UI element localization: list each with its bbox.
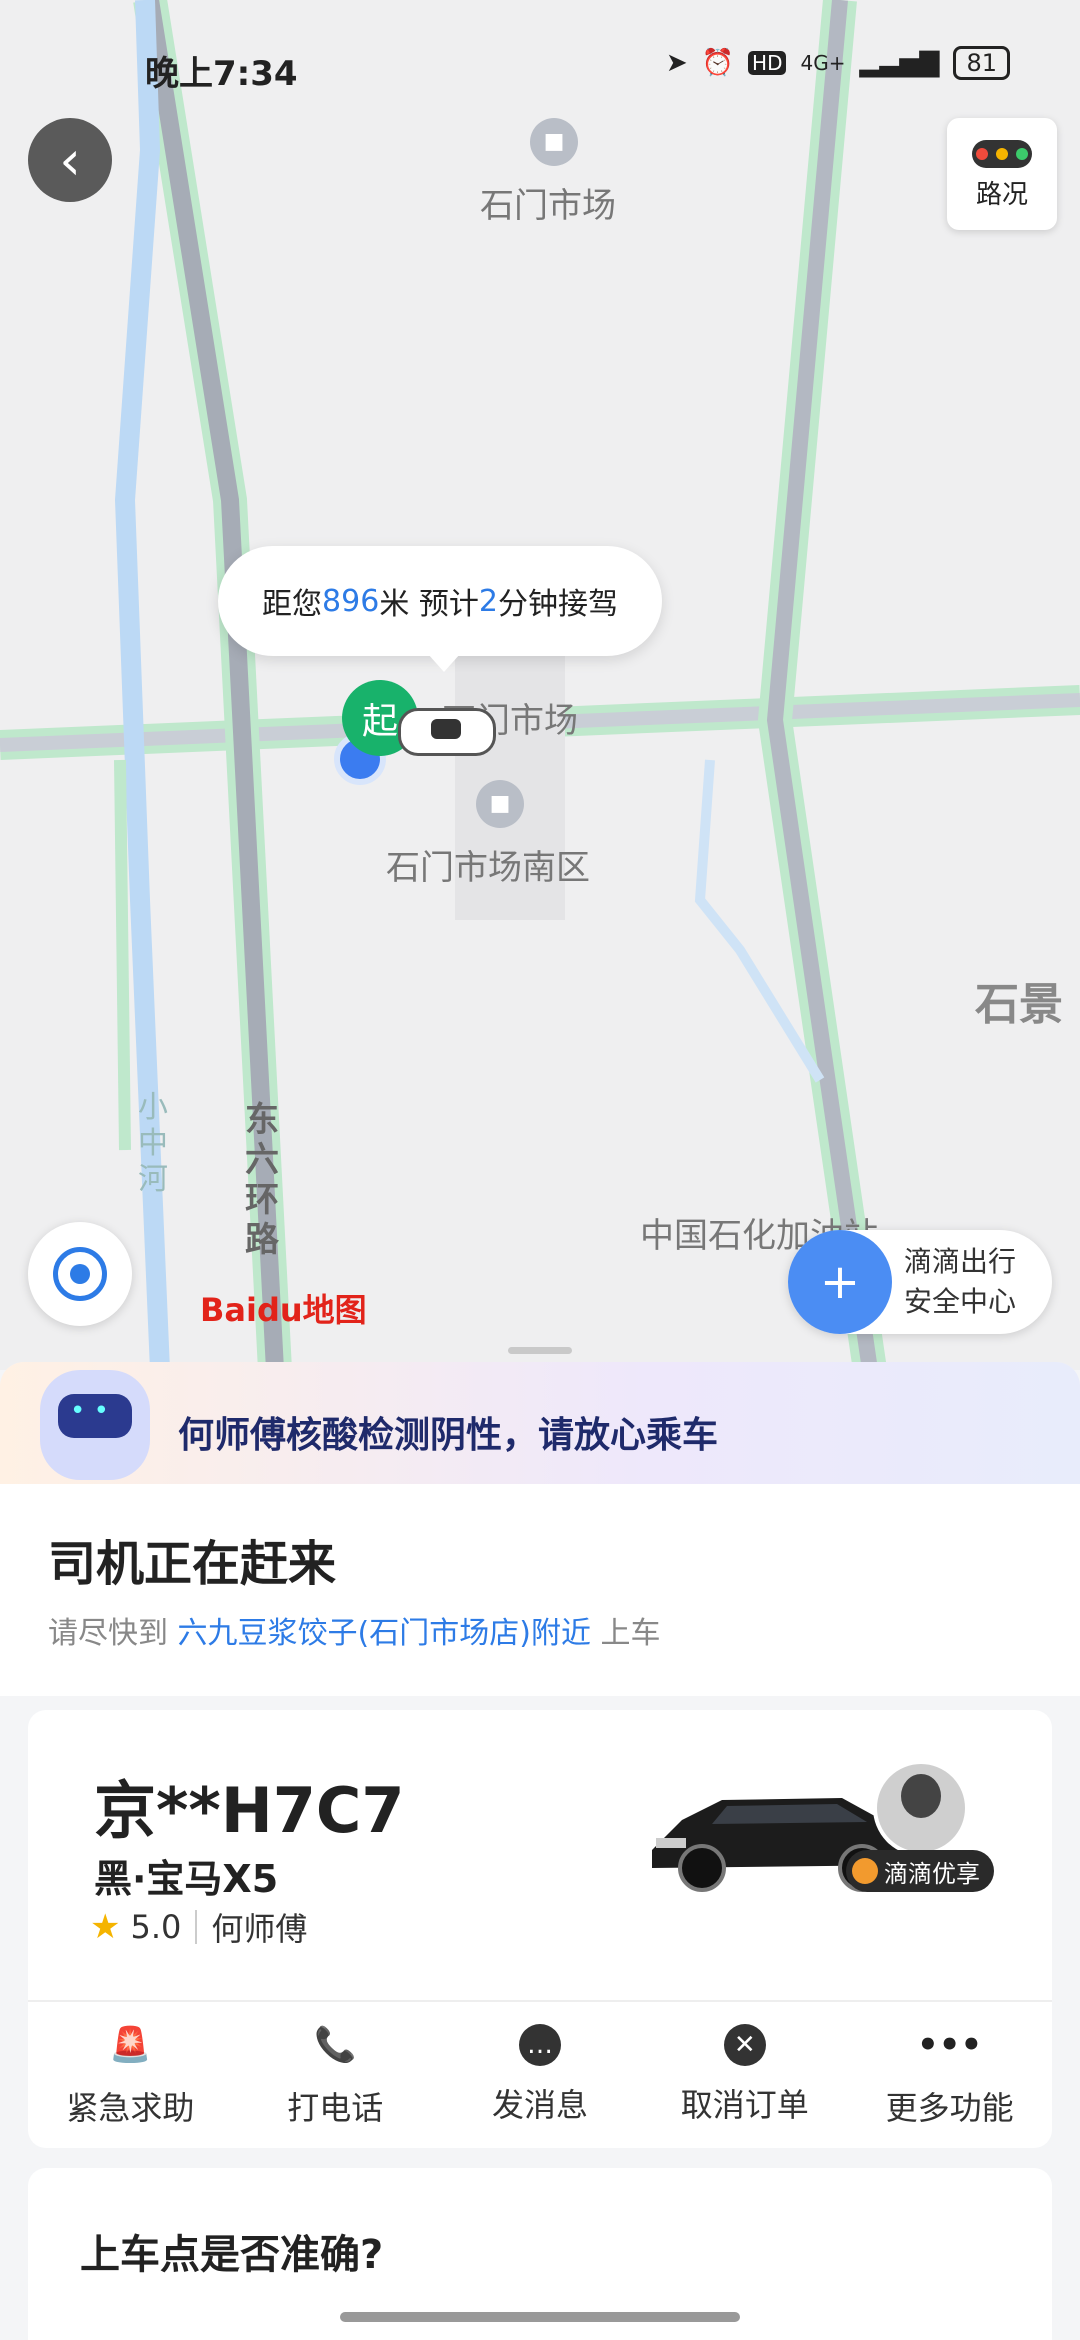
cancel-order-button[interactable]: ✕ 取消订单 <box>642 2002 847 2148</box>
baidu-map-logo: Baidu地图 <box>200 1291 367 1329</box>
phone-icon: 📞 <box>314 2025 357 2065</box>
action-label: 更多功能 <box>885 2089 1014 2127</box>
more-functions-button[interactable]: ••• 更多功能 <box>847 2002 1052 2148</box>
more-icon: ••• <box>916 2025 983 2065</box>
alarm-icon: 🚨 <box>109 2025 152 2065</box>
river-label: 小中河 <box>138 1090 168 1197</box>
action-bar: 🚨 紧急求助 📞 打电话 … 发消息 ✕ 取消订单 ••• 更多功能 <box>28 2002 1052 2148</box>
health-banner[interactable]: 何师傅核酸检测阴性，请放心乘车 <box>0 1362 1080 1484</box>
eta-prefix: 距您 <box>262 587 323 622</box>
trip-status-card: 司机正在赶来 请尽快到 六九豆浆饺子(石门市场店)附近 上车 <box>0 1484 1080 1696</box>
safety-line1: 滴滴出行 <box>904 1245 1017 1278</box>
status-bar: 晚上7:34 ➤ ⏰ HD 4G+ ▂▃▅▇ 81 <box>0 40 1080 94</box>
driver-avatar[interactable] <box>873 1760 969 1856</box>
rating-value: 5.0 <box>130 1908 182 1946</box>
map-view[interactable]: 晚上7:34 ➤ ⏰ HD 4G+ ▂▃▅▇ 81 ‹ 路况 ■ 石门市场 距您… <box>0 0 1080 1370</box>
locate-button[interactable] <box>28 1222 132 1326</box>
eta-unit: 米 预计 <box>379 587 479 622</box>
poi-market-south[interactable]: 石门市场南区 <box>386 840 590 889</box>
eta-bubble: 距您 896 米 预计 2 分钟接驾 <box>218 546 662 672</box>
premium-badge: 滴滴优享 <box>846 1850 994 1892</box>
chevron-left-icon: ‹ <box>59 128 81 192</box>
back-button[interactable]: ‹ <box>28 118 112 202</box>
road-label-east-six: 东六环路 <box>245 1100 279 1260</box>
trip-status-title: 司机正在赶来 <box>48 1536 337 1592</box>
market-pin-icon: ■ <box>530 118 578 166</box>
action-label: 发消息 <box>491 2086 588 2124</box>
badge-label: 滴滴优享 <box>884 1859 980 1888</box>
market-south-pin-icon: ■ <box>476 780 524 828</box>
car-model: 黑·宝马X5 <box>94 1857 279 1901</box>
traffic-light-icon <box>972 140 1032 168</box>
bottom-sheet: 何师傅核酸检测阴性，请放心乘车 司机正在赶来 请尽快到 六九豆浆饺子(石门市场店… <box>0 1362 1080 2340</box>
eta-distance: 896 <box>322 583 380 619</box>
status-time: 晚上7:34 <box>145 54 298 94</box>
hd-icon: HD <box>748 51 787 75</box>
action-label: 紧急求助 <box>66 2089 195 2127</box>
driver-name: 何师傅 <box>211 1910 308 1948</box>
message-button[interactable]: … 发消息 <box>438 2002 643 2148</box>
poi-shijing: 石景 <box>975 979 1063 1030</box>
network-label: 4G+ <box>800 51 846 75</box>
traffic-button[interactable]: 路况 <box>947 118 1057 230</box>
safety-line2: 安全中心 <box>904 1285 1017 1318</box>
emergency-button[interactable]: 🚨 紧急求助 <box>28 2002 233 2148</box>
crosshair-icon <box>53 1247 107 1301</box>
action-label: 打电话 <box>287 2089 384 2127</box>
call-button[interactable]: 📞 打电话 <box>233 2002 438 2148</box>
action-label: 取消订单 <box>680 2086 809 2124</box>
home-indicator[interactable] <box>340 2312 740 2322</box>
pickup-accuracy-question: 上车点是否准确? <box>80 2232 384 2278</box>
shield-icon: + <box>788 1230 892 1334</box>
signal-icon: ▂▃▅▇ <box>859 48 940 78</box>
banner-text: 何师傅核酸检测阴性，请放心乘车 <box>178 1415 719 1456</box>
poi-market-top[interactable]: 石门市场 <box>480 178 616 227</box>
alarm-clock-icon: ⏰ <box>701 48 735 78</box>
battery-icon: 81 <box>953 46 1010 80</box>
trip-status-subtitle: 请尽快到 六九豆浆饺子(石门市场店)附近 上车 <box>48 1608 661 1652</box>
star-icon: ★ <box>90 1907 121 1947</box>
message-icon: … <box>518 2024 561 2066</box>
driver-card: 京**H7C7 黑·宝马X5 ★ 5.0 何师傅 滴滴优享 🚨 紧急求助 📞 打… <box>28 1710 1052 2148</box>
robot-mascot-icon <box>40 1370 150 1480</box>
cancel-icon: ✕ <box>723 2024 766 2066</box>
eta-suffix: 分钟接驾 <box>497 587 618 622</box>
didi-logo-icon <box>852 1858 878 1884</box>
driver-rating: ★ 5.0 何师傅 <box>90 1904 307 1950</box>
eta-minutes: 2 <box>478 583 498 619</box>
sheet-drag-handle[interactable] <box>508 1347 572 1354</box>
location-icon: ➤ <box>665 48 688 78</box>
license-plate: 京**H7C7 <box>94 1774 405 1847</box>
pickup-location-link[interactable]: 六九豆浆饺子(石门市场店)附近 <box>178 1616 591 1651</box>
driver-car-icon <box>398 708 496 756</box>
sub-prefix: 请尽快到 <box>48 1616 168 1651</box>
traffic-label: 路况 <box>975 180 1028 210</box>
sub-suffix: 上车 <box>600 1616 661 1651</box>
safety-center-button[interactable]: + 滴滴出行 安全中心 <box>788 1230 1052 1334</box>
